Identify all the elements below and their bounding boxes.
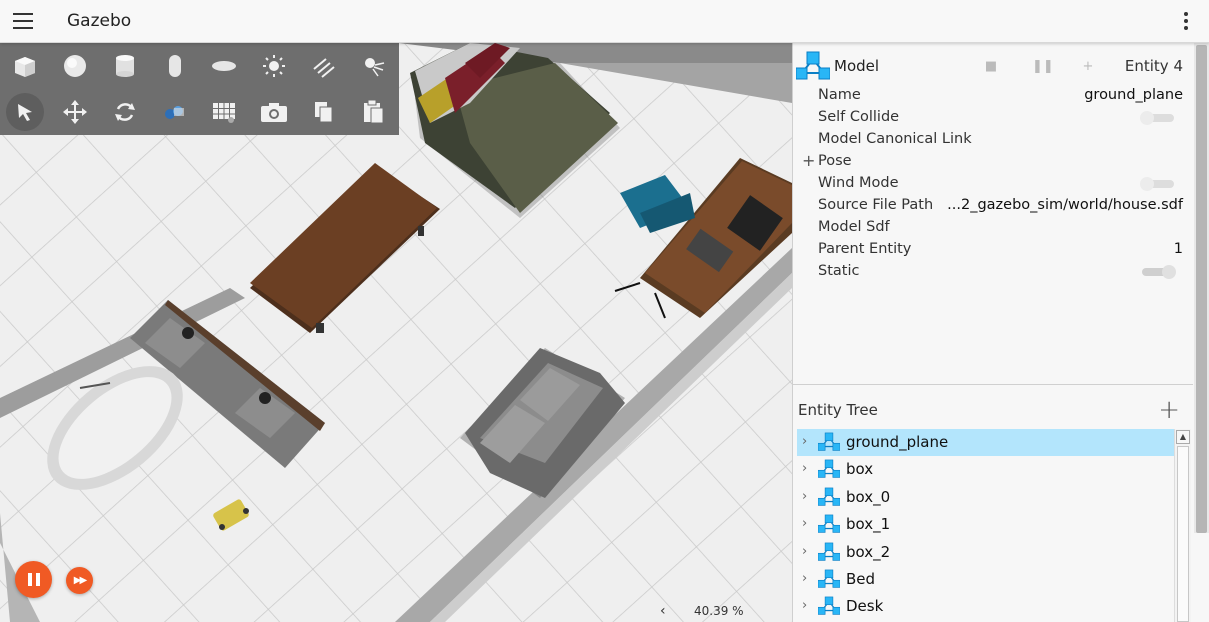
entity-tree-scrollbar[interactable]: ▲ bbox=[1174, 429, 1191, 622]
entity-tree-header: Entity Tree + bbox=[793, 393, 1193, 425]
property-parent-entity: Parent Entity 1 bbox=[818, 241, 1183, 257]
tree-item-label: box_1 bbox=[846, 515, 891, 534]
tree-item-desk[interactable]: › Desk bbox=[797, 593, 1177, 620]
property-source-file-path: Source File Path ...2_gazebo_sim/world/h… bbox=[818, 197, 1183, 213]
model-icon bbox=[817, 542, 841, 566]
tree-item-bed[interactable]: › Bed bbox=[797, 566, 1177, 593]
model-icon bbox=[817, 432, 841, 456]
expand-icon[interactable]: + bbox=[802, 151, 815, 170]
tree-item-label: box_2 bbox=[846, 542, 891, 561]
copy-icon[interactable] bbox=[299, 92, 349, 132]
pause-button[interactable] bbox=[15, 561, 52, 598]
component-inspector-header: Model ■ ❚❚ + Entity 4 bbox=[793, 49, 1193, 83]
paste-icon[interactable] bbox=[349, 92, 399, 132]
tree-item-label: box_0 bbox=[846, 487, 891, 506]
ellipsoid-icon[interactable] bbox=[200, 46, 250, 86]
chevron-left-icon[interactable]: ‹ bbox=[660, 603, 666, 619]
select-icon[interactable] bbox=[6, 93, 44, 131]
menu-icon[interactable] bbox=[13, 13, 33, 29]
transform-control-icon[interactable] bbox=[150, 92, 200, 132]
tree-item-label: Bed bbox=[846, 569, 876, 588]
parent-entity-value: 1 bbox=[1173, 241, 1183, 257]
property-model-sdf: Model Sdf bbox=[818, 219, 890, 235]
entity-tree: › ground_plane › box › box_0 › box_1 › b… bbox=[797, 429, 1177, 622]
chevron-right-icon[interactable]: › bbox=[802, 461, 807, 476]
property-canonical-link: Model Canonical Link bbox=[818, 131, 972, 147]
lock-pause-icon[interactable]: ❚❚ bbox=[1032, 59, 1054, 75]
stop-icon[interactable]: ■ bbox=[983, 59, 999, 75]
cylinder-icon[interactable] bbox=[100, 46, 150, 86]
add-component-icon[interactable]: + bbox=[1080, 59, 1096, 75]
tree-item-box[interactable]: › box bbox=[797, 456, 1177, 483]
capsule-icon[interactable] bbox=[150, 46, 200, 86]
model-icon bbox=[795, 51, 831, 85]
chevron-right-icon[interactable]: › bbox=[802, 516, 807, 531]
scene-toolbar bbox=[0, 43, 399, 135]
step-forward-button[interactable]: ▶▶ bbox=[66, 567, 93, 594]
right-panel: Model ■ ❚❚ + Entity 4 Name ground_plane … bbox=[792, 43, 1209, 622]
tree-item-label: ground_plane bbox=[846, 433, 949, 451]
directional-light-icon[interactable] bbox=[299, 46, 349, 86]
model-icon bbox=[817, 487, 841, 511]
model-icon bbox=[817, 459, 841, 483]
scroll-thumb[interactable] bbox=[1177, 446, 1189, 622]
properties-list: Name ground_plane Self Collide Model Can… bbox=[793, 85, 1193, 283]
chevron-right-icon[interactable]: › bbox=[802, 544, 807, 559]
property-pose[interactable]: + Pose bbox=[793, 151, 1193, 173]
entity-tree-title: Entity Tree bbox=[798, 401, 878, 419]
chevron-right-icon[interactable]: › bbox=[802, 598, 807, 613]
property-name: Name ground_plane bbox=[818, 87, 1183, 103]
box-icon[interactable] bbox=[0, 46, 50, 86]
property-static: Static bbox=[793, 261, 1193, 283]
source-file-path-value: ...2_gazebo_sim/world/house.sdf bbox=[947, 197, 1183, 213]
sphere-icon[interactable] bbox=[50, 46, 100, 86]
translate-icon[interactable] bbox=[50, 92, 100, 132]
grid-snap-icon[interactable] bbox=[200, 92, 250, 132]
more-options-icon[interactable] bbox=[1183, 12, 1189, 30]
model-icon bbox=[817, 514, 841, 538]
property-wind-mode: Wind Mode bbox=[793, 173, 1193, 195]
chevron-right-icon[interactable]: › bbox=[802, 571, 807, 586]
rotate-icon[interactable] bbox=[100, 92, 150, 132]
tree-item-box-0[interactable]: › box_0 bbox=[797, 484, 1177, 511]
component-type-label: Model bbox=[834, 57, 880, 75]
tree-item-box-1[interactable]: › box_1 bbox=[797, 511, 1177, 538]
real-time-factor: 40.39 % bbox=[694, 604, 744, 618]
panel-scrollbar[interactable] bbox=[1194, 43, 1209, 533]
property-self-collide: Self Collide bbox=[793, 107, 1193, 129]
scroll-up-icon[interactable]: ▲ bbox=[1176, 430, 1190, 444]
self-collide-toggle[interactable] bbox=[1140, 111, 1176, 125]
screenshot-icon[interactable] bbox=[249, 92, 299, 132]
model-name-value[interactable]: ground_plane bbox=[1084, 87, 1183, 103]
chevron-right-icon[interactable]: › bbox=[802, 489, 807, 504]
app-bar: Gazebo bbox=[0, 0, 1209, 43]
model-icon bbox=[817, 596, 841, 620]
spot-light-icon[interactable] bbox=[349, 46, 399, 86]
wind-mode-toggle[interactable] bbox=[1140, 177, 1176, 191]
static-toggle[interactable] bbox=[1140, 265, 1176, 279]
add-entity-icon[interactable]: + bbox=[1158, 395, 1180, 425]
model-icon bbox=[817, 569, 841, 593]
tree-item-label: Desk bbox=[846, 597, 884, 616]
tree-item-box-2[interactable]: › box_2 bbox=[797, 539, 1177, 566]
chevron-right-icon[interactable]: › bbox=[802, 434, 807, 449]
panel-divider[interactable] bbox=[793, 384, 1193, 385]
point-light-icon[interactable] bbox=[249, 46, 299, 86]
tree-item-ground-plane[interactable]: › ground_plane bbox=[797, 429, 1177, 457]
app-title: Gazebo bbox=[67, 11, 132, 31]
entity-id-label: Entity 4 bbox=[1124, 57, 1183, 75]
tree-item-label: box bbox=[846, 460, 874, 479]
